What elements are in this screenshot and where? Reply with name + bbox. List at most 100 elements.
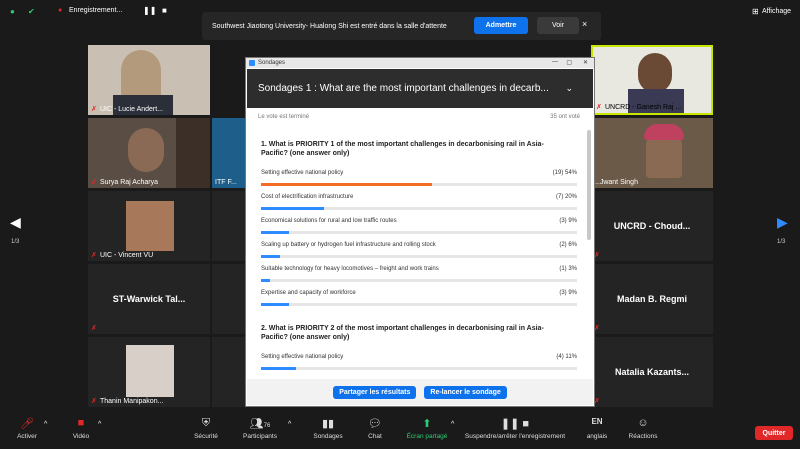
poll-titlebar: Sondages — ▢ ✕ xyxy=(246,58,594,68)
answer-option: Suitable technology for heavy locomotive… xyxy=(261,260,577,284)
mic-muted-icon: 🎤︎ xyxy=(20,418,34,430)
participant-photo-shirt xyxy=(628,89,684,113)
mic-muted-icon: ✗ xyxy=(596,104,602,111)
result-bar xyxy=(261,207,325,210)
notification-text: Southwest Jiaotong University- Hualong S… xyxy=(212,22,447,30)
participant-tile[interactable]: Natalia Kazants... ✗ xyxy=(591,337,713,407)
participant-tile[interactable]: ✗ Surya Raj Acharya xyxy=(88,118,210,188)
admit-button[interactable]: Admettre xyxy=(474,17,528,34)
participant-tile[interactable] xyxy=(212,264,246,334)
participant-tile[interactable]: ✗ UIC - Lucie Andert... xyxy=(88,45,210,115)
poll-selector[interactable]: Sondages 1 : What are the most important… xyxy=(247,69,593,108)
waiting-room-notification: Southwest Jiaotong University- Hualong S… xyxy=(202,12,601,40)
answer-result: (19) 54% xyxy=(552,170,577,176)
answer-result: (3) 9% xyxy=(559,218,577,224)
scrollbar[interactable] xyxy=(587,130,591,240)
mic-muted-icon: ✗ xyxy=(91,106,97,113)
vote-count: 35 ont voté xyxy=(550,114,580,120)
globe-icon: EN xyxy=(591,417,603,426)
participant-photo xyxy=(638,53,672,93)
participant-name: ITF F... xyxy=(215,179,237,186)
participant-tile[interactable]: ST-Warwick Tal... ✗ xyxy=(88,264,210,334)
answer-option: Economical solutions for rural and low t… xyxy=(261,212,577,236)
answer-result: (4) 11% xyxy=(556,354,577,360)
page-indicator-right: 1/3 xyxy=(777,239,786,245)
participant-photo xyxy=(126,201,174,251)
answer-option: Expertise and capacity of workforce (3) 9… xyxy=(261,284,577,308)
zoom-logo-icon xyxy=(249,60,255,66)
video-button[interactable]: ■ Vidéo xyxy=(51,417,111,440)
chat-button[interactable]: 💬︎ Chat xyxy=(345,417,405,440)
video-off-icon: ■ xyxy=(77,417,85,429)
leave-button[interactable]: Quitter xyxy=(755,426,793,440)
security-button[interactable]: ⛨ Sécurité xyxy=(176,417,236,440)
participant-tile[interactable] xyxy=(212,337,246,407)
polls-label: Sondages xyxy=(313,433,343,440)
language-label: anglais xyxy=(586,433,608,440)
result-bar xyxy=(261,303,290,306)
answer-result: (7) 20% xyxy=(555,194,577,200)
mic-muted-icon: ✗ xyxy=(91,325,97,332)
close-window-icon[interactable]: ✕ xyxy=(583,59,588,66)
mic-muted-icon: ✗ xyxy=(91,252,97,259)
unmute-button[interactable]: 🎤︎ Activer xyxy=(0,417,57,440)
chat-icon: 💬︎ xyxy=(368,418,382,430)
participant-tile[interactable]: ✗ UNCRD - Ganesh Raj ... xyxy=(591,45,713,115)
participant-tile[interactable]: ...Jwant Singh xyxy=(591,118,713,188)
answer-label: Suitable technology for heavy locomotive… xyxy=(261,266,439,272)
participant-photo xyxy=(126,345,174,397)
participant-tile[interactable]: Madan B. Regmi ✗ xyxy=(591,264,713,334)
participant-tile[interactable]: ✗ UIC - Vincent VU xyxy=(88,191,210,261)
recording-controls-button[interactable]: ❚❚ ■ Suspendre/arrêter l'enregistrement xyxy=(455,417,575,440)
next-page-icon[interactable]: ▶ xyxy=(777,214,788,231)
share-screen-icon: ⬆ xyxy=(422,418,432,430)
poll-window: Sondages — ▢ ✕ Sondages 1 : What are the… xyxy=(245,57,595,407)
people-icon: 👥︎76 xyxy=(249,418,271,430)
security-check-icon[interactable]: ✔ xyxy=(28,7,35,16)
shield-icon[interactable]: ● xyxy=(10,7,15,16)
share-results-button[interactable]: Partager les résultats xyxy=(333,385,417,399)
participant-name: Natalia Kazants... xyxy=(614,367,690,377)
participant-name: UIC - Vincent VU xyxy=(100,252,154,259)
maximize-icon[interactable]: ▢ xyxy=(566,59,572,66)
recording-controls-label: Suspendre/arrêter l'enregistrement xyxy=(464,433,566,440)
previous-page-icon[interactable]: ◀ xyxy=(10,214,21,231)
pause-recording-icon[interactable]: ❚❚ xyxy=(143,6,156,15)
participant-tile[interactable] xyxy=(212,191,246,261)
participant-name: Surya Raj Acharya xyxy=(100,179,158,186)
relaunch-poll-button[interactable]: Re-lancer le sondage xyxy=(424,385,507,399)
chevron-up-icon[interactable]: ^ xyxy=(451,421,454,428)
participant-tile[interactable]: UNCRD - Choud... ✗ xyxy=(591,191,713,261)
poll-results[interactable]: 1. What is PRIORITY 1 of the most import… xyxy=(246,130,594,378)
chevron-up-icon[interactable]: ^ xyxy=(288,421,291,428)
participant-photo xyxy=(128,128,164,172)
participant-name: UNCRD - Ganesh Raj ... xyxy=(605,104,682,111)
chevron-up-icon[interactable]: ^ xyxy=(44,421,47,428)
mic-muted-icon: ✗ xyxy=(91,179,97,186)
share-screen-button[interactable]: ⬆ Écran partagé xyxy=(397,417,457,440)
minimize-icon[interactable]: — xyxy=(552,59,558,65)
close-notification-icon[interactable]: × xyxy=(582,19,587,29)
participant-name: UNCRD - Choud... xyxy=(613,221,691,231)
participants-count: 76 xyxy=(263,423,271,429)
participant-tile[interactable]: ITF F... xyxy=(212,118,246,188)
stop-recording-icon[interactable]: ■ xyxy=(162,6,167,15)
participants-button[interactable]: 👥︎76 Participants xyxy=(230,417,290,440)
shield-icon: ⛨ xyxy=(201,417,211,429)
answer-option: Setting effective national policy (19) 54… xyxy=(261,164,577,188)
participant-name: Thanin Manipakon... xyxy=(100,398,164,405)
reactions-button[interactable]: ☺ Réactions xyxy=(613,417,673,440)
mic-muted-icon: ✗ xyxy=(91,398,97,405)
mic-muted-icon: ✗ xyxy=(594,252,600,259)
participant-tile[interactable]: ✗ Thanin Manipakon... xyxy=(88,337,210,407)
chevron-down-icon[interactable]: ⌄ xyxy=(565,83,573,94)
turban xyxy=(644,124,684,140)
result-bar xyxy=(261,279,271,282)
participant-name: ...Jwant Singh xyxy=(594,179,638,186)
grid-icon[interactable]: ⊞ xyxy=(752,7,759,16)
answer-result: (2) 6% xyxy=(559,242,577,248)
chevron-up-icon[interactable]: ^ xyxy=(98,421,101,428)
see-waiting-room-button[interactable]: Voir xyxy=(537,17,579,34)
view-button[interactable]: Affichage xyxy=(762,8,791,15)
answer-option: Cost of electrification infrastructure (7… xyxy=(261,188,577,212)
